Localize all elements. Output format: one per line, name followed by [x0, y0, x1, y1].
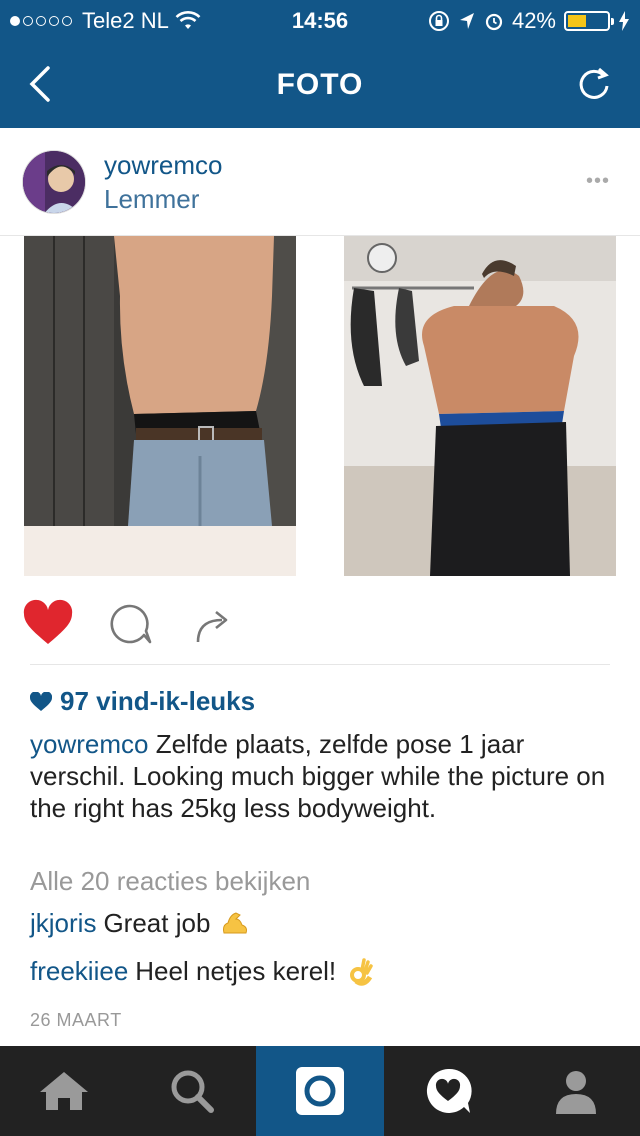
caption-username[interactable]: yowremco [30, 729, 148, 759]
comment-text: Great job [103, 908, 211, 938]
flexed-biceps-icon [223, 911, 248, 933]
location-arrow-icon [459, 13, 474, 29]
activity-heart-icon [426, 1068, 472, 1113]
more-options-icon[interactable]: ••• [586, 170, 610, 193]
post-username[interactable]: yowremco [104, 150, 222, 181]
likes-label: 97 vind-ik-leuks [60, 686, 256, 716]
before-photo [24, 236, 296, 576]
top-bar: Tele2 NL 14:56 42% FOTO [0, 0, 640, 128]
small-heart-icon [30, 691, 52, 711]
status-bar: Tele2 NL 14:56 42% [0, 0, 640, 40]
avatar[interactable] [22, 150, 86, 214]
home-icon [40, 1072, 88, 1110]
post-actions [0, 590, 640, 666]
view-all-comments-link[interactable]: Alle 20 reacties bekijken [30, 866, 310, 897]
tab-home[interactable] [0, 1046, 128, 1136]
camera-icon [296, 1067, 344, 1115]
comment-username[interactable]: freekiiee [30, 956, 128, 987]
post-date: 26 MAART [30, 1010, 122, 1030]
after-photo [344, 236, 616, 576]
tab-activity[interactable] [384, 1046, 512, 1136]
like-heart-icon[interactable] [22, 598, 74, 650]
post-caption: yowremco Zelfde plaats, zelfde pose 1 ja… [30, 728, 610, 824]
page-title: FOTO [276, 68, 364, 101]
alarm-icon [485, 13, 503, 31]
nav-bar: FOTO [0, 40, 640, 128]
comment-item: jkjoris Great job [30, 908, 250, 939]
post-location[interactable]: Lemmer [104, 184, 199, 215]
ok-hand-icon [350, 957, 373, 986]
comment-text: Heel netjes kerel! [135, 956, 337, 986]
post-header: yowremco Lemmer ••• [0, 128, 640, 236]
post-photo[interactable] [0, 236, 640, 588]
tab-search[interactable] [128, 1046, 256, 1136]
profile-icon [556, 1071, 596, 1114]
likes-count[interactable]: 97 vind-ik-leuks [30, 686, 255, 717]
battery-icon [564, 11, 614, 31]
search-icon [171, 1070, 214, 1113]
actions-divider [30, 664, 610, 665]
comment-bubble-icon[interactable] [104, 598, 156, 650]
refresh-icon[interactable] [574, 62, 614, 106]
tab-camera[interactable] [256, 1046, 384, 1136]
battery-percentage: 42% [511, 8, 556, 33]
comment-item: freekiiee Heel netjes kerel! [30, 956, 376, 987]
share-arrow-icon[interactable] [188, 598, 240, 650]
tab-profile[interactable] [512, 1046, 640, 1136]
charging-bolt-icon [619, 11, 629, 31]
comment-username[interactable]: jkjoris [30, 908, 96, 939]
tab-bar [0, 1046, 640, 1136]
orientation-lock-icon [428, 11, 449, 31]
